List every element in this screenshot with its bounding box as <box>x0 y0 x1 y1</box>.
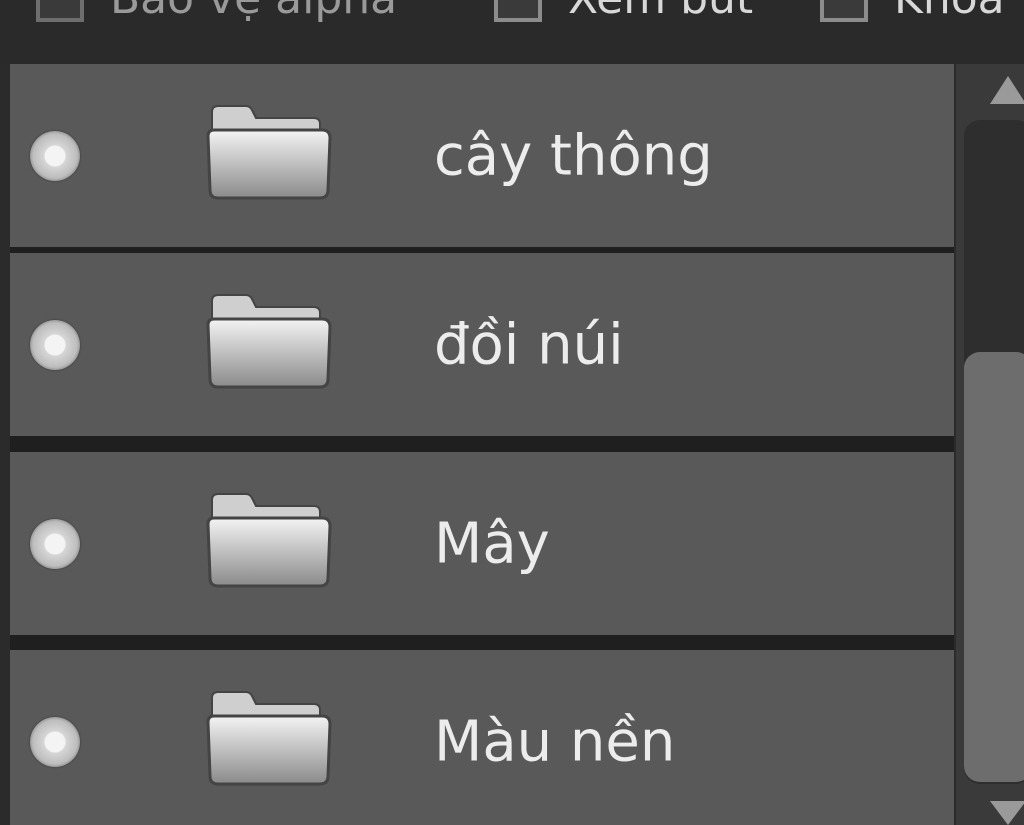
layer-row[interactable]: Mây <box>10 452 954 635</box>
folder-icon <box>206 293 332 388</box>
visibility-dot-icon[interactable] <box>30 716 80 767</box>
lock-label: Khóa <box>894 0 1005 24</box>
scroll-down-arrow-icon[interactable] <box>990 801 1024 825</box>
view-brush-label: Xem bút <box>568 0 753 24</box>
layer-name: cây thông <box>434 123 713 188</box>
layer-options-toolbar: Bảo vệ alpha Xem bút Khóa <box>0 0 1024 64</box>
layer-name: đồi núi <box>434 312 624 377</box>
lock-checkbox-box[interactable] <box>820 0 868 22</box>
visibility-dot-icon[interactable] <box>30 130 80 181</box>
scroll-up-arrow-icon[interactable] <box>990 76 1024 104</box>
layer-list: cây thông đồi núi Mây Màu nền <box>10 64 954 825</box>
layer-list-scrollbar[interactable] <box>956 64 1024 825</box>
view-brush-checkbox-box[interactable] <box>494 0 542 22</box>
layer-name: Màu nền <box>434 709 676 774</box>
layer-name: Mây <box>434 511 550 576</box>
scrollbar-thumb[interactable] <box>964 352 1024 782</box>
folder-icon <box>206 690 332 785</box>
layer-row[interactable]: cây thông <box>10 64 954 247</box>
protect-alpha-checkbox-box[interactable] <box>36 0 84 22</box>
visibility-dot-icon[interactable] <box>30 319 80 370</box>
layer-row[interactable]: Màu nền <box>10 650 954 825</box>
protect-alpha-checkbox[interactable]: Bảo vệ alpha <box>36 0 397 26</box>
protect-alpha-label: Bảo vệ alpha <box>110 0 397 24</box>
view-brush-checkbox[interactable]: Xem bút <box>494 0 753 26</box>
visibility-dot-icon[interactable] <box>30 518 80 569</box>
layer-row[interactable]: đồi núi <box>10 253 954 436</box>
folder-icon <box>206 492 332 587</box>
lock-checkbox[interactable]: Khóa <box>820 0 1005 26</box>
folder-icon <box>206 104 332 199</box>
